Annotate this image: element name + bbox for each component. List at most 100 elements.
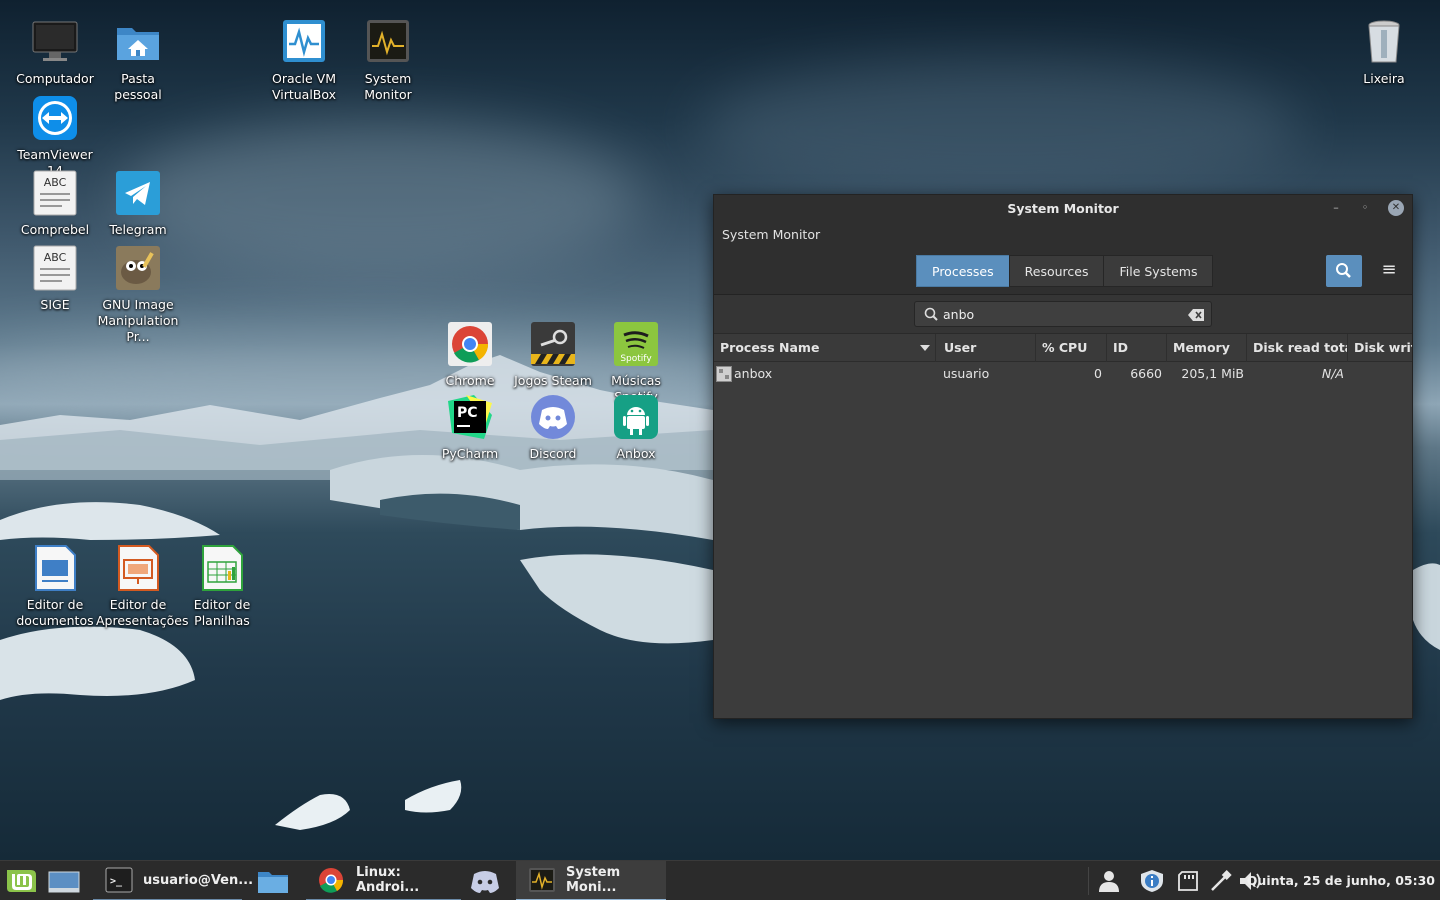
steam-icon (529, 320, 577, 368)
minimize-button[interactable]: – (1328, 200, 1344, 216)
desktop-icon-pasta-pessoal[interactable]: Pasta pessoal (96, 18, 180, 103)
desktop-icon-anbox[interactable]: Anbox (594, 393, 678, 462)
show-desktop-button[interactable] (46, 861, 82, 900)
search-input[interactable] (943, 304, 1173, 324)
header-subtitle: System Monitor (722, 227, 821, 242)
svg-text:>_: >_ (110, 876, 123, 887)
svg-text:ABC: ABC (44, 176, 67, 189)
svg-text:Spotify: Spotify (620, 354, 652, 364)
trash-icon (1360, 18, 1408, 66)
clear-search-icon[interactable] (1187, 307, 1207, 323)
taskbar: >_ usuario@Ven... Linux: Androi... Syste… (0, 860, 1440, 900)
process-icon (716, 366, 732, 382)
desktop-icon-editor-documentos[interactable]: Editor de documentos (13, 544, 97, 629)
taskbar-task-terminal[interactable]: >_ usuario@Ven... (93, 861, 253, 900)
impress-icon (114, 544, 162, 592)
discord-launcher[interactable] (466, 861, 504, 900)
system-monitor-window: System Monitor – ◦ ✕ System Monitor Proc… (713, 194, 1413, 719)
taskbar-clock[interactable]: Quinta, 25 de junho, 05:30 (1247, 873, 1435, 888)
search-bar (714, 295, 1412, 334)
desktop-icon-editor-apresentacoes[interactable]: Editor de Apresentações (96, 544, 188, 629)
process-disk-read: N/A (1321, 366, 1344, 381)
gimp-icon (114, 244, 162, 292)
teamviewer-icon (31, 94, 79, 142)
column-process-name[interactable]: Process Name (714, 334, 936, 362)
search-field[interactable] (914, 301, 1212, 327)
process-user: usuario (943, 366, 990, 381)
table-row[interactable]: anbox usuario 0 6660 205,1 MiB N/A (714, 362, 1412, 386)
user-applet[interactable] (1096, 869, 1122, 893)
system-monitor-icon (364, 18, 412, 66)
sort-descending-icon (920, 345, 930, 351)
tray-separator (1088, 867, 1089, 895)
telegram-icon (114, 169, 162, 217)
pycharm-icon: PC (446, 393, 494, 441)
maximize-button[interactable]: ◦ (1357, 200, 1373, 216)
update-manager-applet[interactable] (1139, 869, 1165, 893)
virtualbox-icon (280, 18, 328, 66)
system-monitor-icon (528, 867, 556, 893)
file-manager-launcher[interactable] (253, 861, 293, 900)
writer-icon (31, 544, 79, 592)
text-document-icon: ABC (31, 169, 79, 217)
tab-resources[interactable]: Resources (1008, 255, 1105, 287)
tab-processes[interactable]: Processes (916, 255, 1010, 287)
search-icon (1336, 263, 1351, 278)
desktop-icon-editor-planilhas[interactable]: Editor de Planilhas (180, 544, 264, 629)
calc-icon (198, 544, 246, 592)
column-user[interactable]: User (938, 334, 1036, 362)
terminal-icon: >_ (105, 867, 133, 893)
desktop-icon-system-monitor[interactable]: System Monitor (346, 18, 430, 103)
network-wired-icon (1211, 870, 1232, 891)
search-toggle-button[interactable] (1326, 255, 1362, 287)
taskbar-task-system-monitor[interactable]: System Moni... (516, 861, 666, 900)
discord-icon (471, 871, 499, 893)
column-disk-write[interactable]: Disk write (1348, 334, 1412, 362)
spotify-icon: Spotify (612, 320, 660, 368)
sd-card-icon (1178, 871, 1198, 891)
desktop-icon-chrome[interactable]: Chrome (428, 320, 512, 389)
process-memory: 205,1 MiB (1181, 366, 1244, 381)
folder-icon (258, 872, 288, 893)
desktop-icon-teamviewer[interactable]: TeamViewer 14 (13, 94, 97, 179)
close-button[interactable]: ✕ (1388, 200, 1404, 216)
column-disk-read-total[interactable]: Disk read total (1247, 334, 1348, 362)
desktop-icon-virtualbox[interactable]: Oracle VM VirtualBox (262, 18, 346, 103)
desktop-icon-comprebel[interactable]: ABC Comprebel (13, 169, 97, 238)
process-table-header: Process Name User % CPU ID Memory Disk r… (714, 334, 1412, 362)
mint-menu-button[interactable] (2, 861, 40, 900)
desktop-icon-steam[interactable]: Jogos Steam (511, 320, 595, 389)
chrome-icon (446, 320, 494, 368)
column-memory[interactable]: Memory (1167, 334, 1247, 362)
task-label: System Moni... (566, 865, 621, 895)
linux-mint-logo-icon (7, 870, 36, 892)
show-desktop-icon (48, 871, 80, 893)
desktop-icon-gimp[interactable]: GNU Image Manipulation Pr... (96, 244, 180, 345)
desktop-icon-pycharm[interactable]: PC PyCharm (428, 393, 512, 462)
process-name: anbox (734, 366, 773, 381)
taskbar-task-chrome[interactable]: Linux: Androi... (306, 861, 461, 900)
view-tabs: Processes Resources File Systems (916, 255, 1214, 287)
column-cpu[interactable]: % CPU (1036, 334, 1107, 362)
text-document-icon: ABC (31, 244, 79, 292)
desktop-icon-discord[interactable]: Discord (511, 393, 595, 462)
desktop-icon-sige[interactable]: ABC SIGE (13, 244, 97, 313)
desktop-icon-lixeira[interactable]: Lixeira (1342, 18, 1426, 87)
chrome-icon (318, 867, 346, 893)
window-title: System Monitor (1007, 201, 1119, 216)
network-applet[interactable] (1208, 869, 1234, 893)
computer-icon (31, 18, 79, 66)
svg-text:PC: PC (457, 405, 478, 421)
window-titlebar[interactable]: System Monitor – ◦ ✕ (714, 195, 1412, 221)
search-icon (924, 307, 938, 321)
hamburger-menu-button[interactable]: ≡ (1374, 255, 1404, 287)
desktop-icon-computador[interactable]: Computador (13, 18, 97, 87)
anbox-icon (612, 393, 660, 441)
desktop-icon-telegram[interactable]: Telegram (96, 169, 180, 238)
shield-info-icon (1141, 870, 1163, 892)
column-id[interactable]: ID (1107, 334, 1167, 362)
removable-drives-applet[interactable] (1176, 869, 1202, 893)
home-folder-icon (114, 18, 162, 66)
tab-file-systems[interactable]: File Systems (1103, 255, 1214, 287)
window-header: System Monitor Processes Resources File … (714, 221, 1412, 295)
